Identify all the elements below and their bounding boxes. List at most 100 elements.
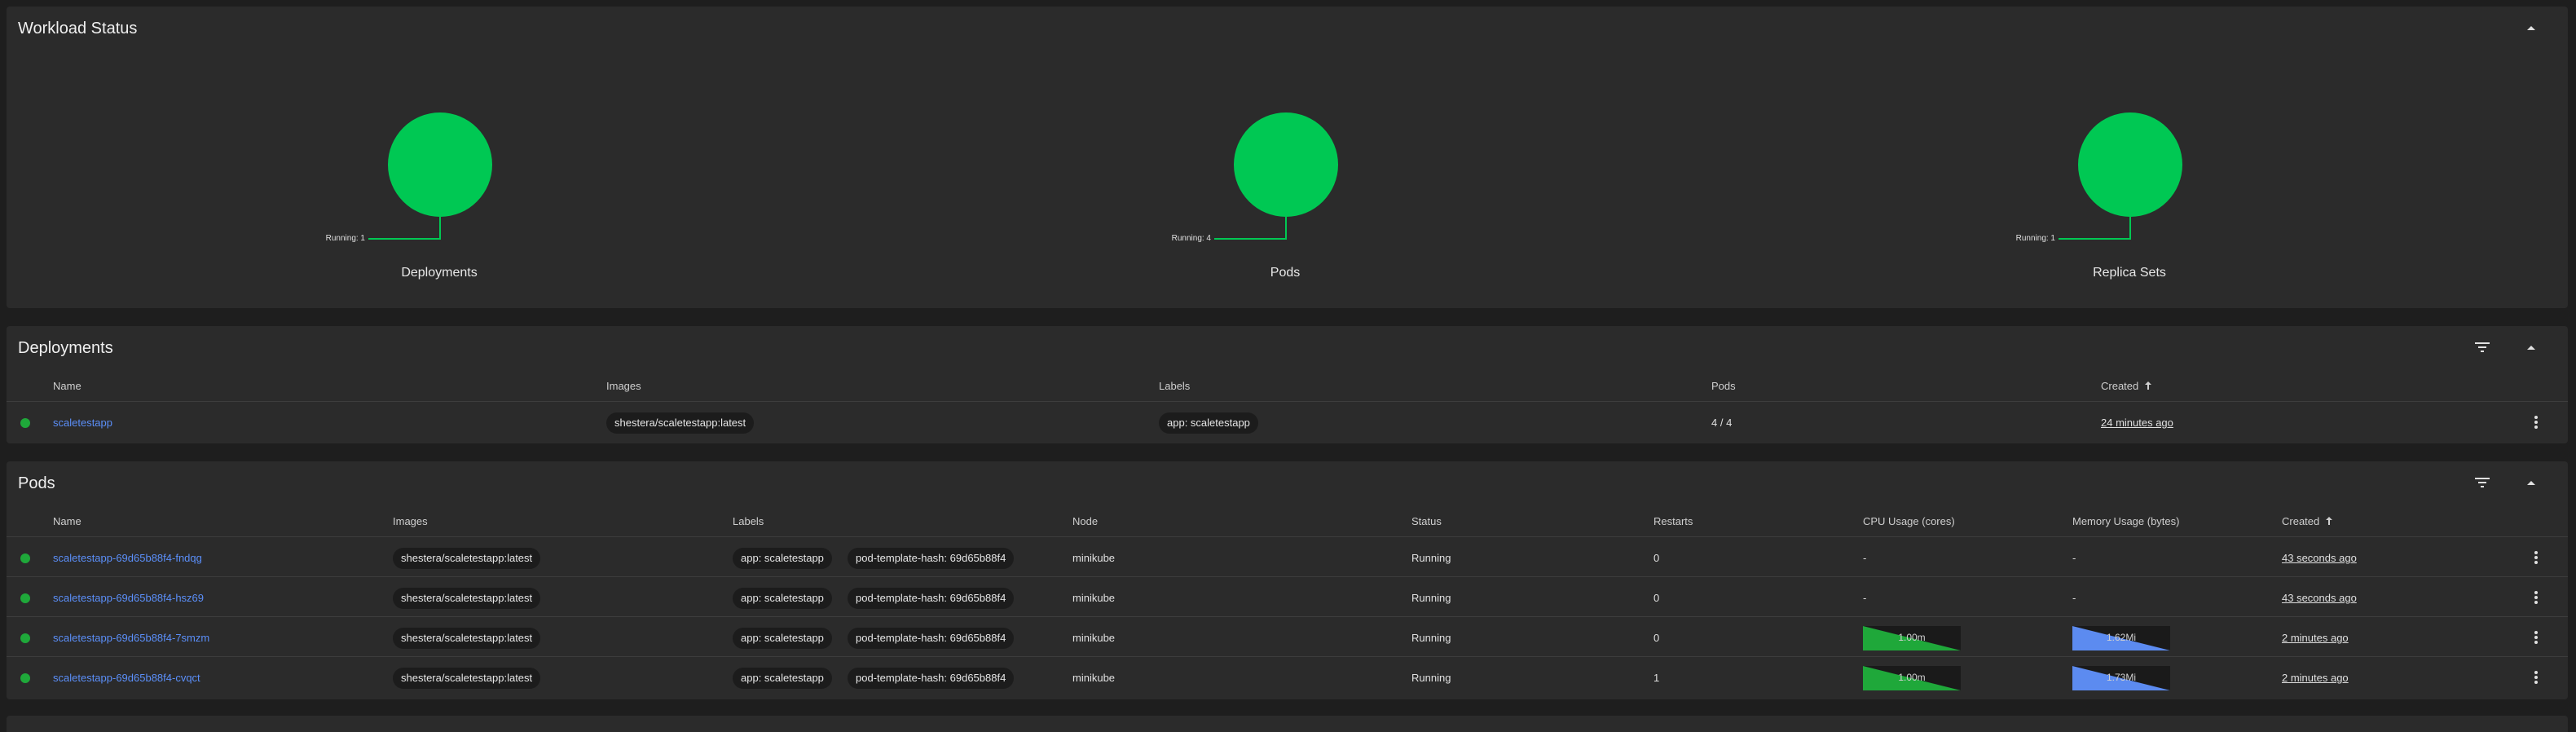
replica-sets-running-circle[interactable] bbox=[2078, 112, 2182, 217]
pod-node: minikube bbox=[1072, 592, 1116, 604]
pod-node: minikube bbox=[1072, 672, 1116, 684]
deployment-image-chip: shestera/scaletestapp:latest bbox=[606, 412, 755, 434]
pods-col-status: Status bbox=[1411, 515, 1442, 527]
chevron-up-icon bbox=[2527, 481, 2535, 485]
pod-hash-label-chip: pod-template-hash: 69d65b88f4 bbox=[848, 628, 1015, 649]
workload-pods[interactable]: Running: 4 Pods bbox=[1170, 104, 1415, 349]
pod-hash-label-chip: pod-template-hash: 69d65b88f4 bbox=[848, 588, 1015, 609]
pod-created: 2 minutes ago bbox=[2282, 632, 2349, 644]
pod-status: Running bbox=[1411, 672, 1451, 684]
pod-created: 43 seconds ago bbox=[2282, 592, 2357, 604]
workload-deployments[interactable]: Running: 1 Deployments bbox=[324, 104, 569, 349]
pods-col-images: Images bbox=[393, 515, 428, 527]
more-vert-icon[interactable] bbox=[2534, 589, 2539, 606]
pods-col-node: Node bbox=[1072, 515, 1099, 527]
cpu-usage-value: 1.00m bbox=[1898, 632, 1926, 643]
deployments-label: Deployments bbox=[401, 266, 478, 280]
more-vert-icon[interactable] bbox=[2534, 549, 2539, 566]
pod-image-chip: shestera/scaletestapp:latest bbox=[393, 628, 541, 649]
deployment-created: 24 minutes ago bbox=[2101, 417, 2173, 429]
deployments-filter-button[interactable] bbox=[2473, 337, 2492, 357]
deployments-col-pods: Pods bbox=[1711, 380, 1736, 392]
deployments-title: Deployments bbox=[18, 339, 113, 357]
pod-created: 43 seconds ago bbox=[2282, 552, 2357, 564]
status-ok-icon bbox=[20, 673, 30, 683]
collapse-pods-button[interactable] bbox=[2521, 473, 2541, 492]
pods-col-created[interactable]: Created bbox=[2282, 515, 2333, 527]
deployments-col-created-label: Created bbox=[2101, 380, 2139, 392]
pods-label: Pods bbox=[1270, 266, 1301, 280]
deployments-card: Deployments Name Images Labels Pods Crea… bbox=[7, 326, 2568, 443]
deployments-col-labels: Labels bbox=[1159, 380, 1191, 392]
deployments-col-images: Images bbox=[606, 380, 641, 392]
pod-created: 2 minutes ago bbox=[2282, 672, 2349, 684]
pod-cpu-usage: - bbox=[1863, 592, 1867, 604]
pod-status: Running bbox=[1411, 592, 1451, 604]
pods-running-circle[interactable] bbox=[1234, 112, 1338, 217]
pod-memory-usage: - bbox=[2072, 592, 2076, 604]
pod-label-chip: app: scaletestapp bbox=[733, 628, 832, 649]
deployment-pods-count: 4 / 4 bbox=[1711, 417, 1733, 429]
pods-running-count: Running: 4 bbox=[1171, 234, 1211, 243]
pod-restarts: 0 bbox=[1653, 592, 1660, 604]
pods-title: Pods bbox=[18, 474, 55, 492]
memory-usage-value: 1.62Mi bbox=[2106, 632, 2137, 643]
pod-name-link[interactable]: scaletestapp-69d65b88f4-fndqg bbox=[53, 552, 202, 564]
collapse-workload-status-button[interactable] bbox=[2521, 18, 2541, 37]
memory-usage-sparkline[interactable]: 1.62Mi bbox=[2072, 626, 2170, 650]
pod-name-link[interactable]: scaletestapp-69d65b88f4-hsz69 bbox=[53, 592, 204, 604]
pod-restarts: 0 bbox=[1653, 632, 1660, 644]
status-ok-icon bbox=[20, 553, 30, 563]
pod-label-chip: app: scaletestapp bbox=[733, 668, 832, 689]
deployments-col-created[interactable]: Created bbox=[2101, 380, 2152, 392]
pod-cpu-usage: - bbox=[1863, 552, 1867, 564]
next-card-collapsed bbox=[7, 716, 2568, 732]
pod-hash-label-chip: pod-template-hash: 69d65b88f4 bbox=[848, 668, 1015, 689]
more-vert-icon[interactable] bbox=[2534, 414, 2539, 430]
deployments-running-circle[interactable] bbox=[388, 112, 492, 217]
pods-filter-button[interactable] bbox=[2473, 473, 2492, 492]
replica-sets-label: Replica Sets bbox=[2093, 266, 2166, 280]
deployment-name-link[interactable]: scaletestapp bbox=[53, 417, 112, 429]
cpu-usage-sparkline[interactable]: 1.00m bbox=[1863, 666, 1961, 690]
memory-usage-value: 1.73Mi bbox=[2106, 672, 2137, 683]
filter-icon bbox=[2475, 342, 2490, 352]
status-ok-icon bbox=[20, 593, 30, 603]
status-ok-icon bbox=[20, 633, 30, 643]
pod-image-chip: shestera/scaletestapp:latest bbox=[393, 588, 541, 609]
pod-name-link[interactable]: scaletestapp-69d65b88f4-7smzm bbox=[53, 632, 209, 644]
filter-icon bbox=[2475, 478, 2490, 487]
workload-replica-sets[interactable]: Running: 1 Replica Sets bbox=[2015, 104, 2259, 349]
pod-restarts: 1 bbox=[1653, 672, 1660, 684]
pods-col-name[interactable]: Name bbox=[53, 515, 81, 527]
collapse-deployments-button[interactable] bbox=[2521, 337, 2541, 357]
pod-node: minikube bbox=[1072, 552, 1116, 564]
pod-hash-label-chip: pod-template-hash: 69d65b88f4 bbox=[848, 548, 1015, 569]
memory-usage-sparkline[interactable]: 1.73Mi bbox=[2072, 666, 2170, 690]
deployment-label-chip: app: scaletestapp bbox=[1159, 412, 1258, 434]
cpu-usage-sparkline[interactable]: 1.00m bbox=[1863, 626, 1961, 650]
pod-label-chip: app: scaletestapp bbox=[733, 548, 832, 569]
pods-col-labels: Labels bbox=[733, 515, 764, 527]
workload-status-card: Workload Status Running: 1 Deployments R… bbox=[7, 7, 2568, 308]
pod-restarts: 0 bbox=[1653, 552, 1660, 564]
pods-col-restarts: Restarts bbox=[1653, 515, 1693, 527]
cpu-usage-value: 1.00m bbox=[1898, 672, 1926, 683]
deployments-col-name[interactable]: Name bbox=[53, 380, 81, 392]
pod-image-chip: shestera/scaletestapp:latest bbox=[393, 548, 541, 569]
more-vert-icon[interactable] bbox=[2534, 669, 2539, 686]
status-ok-icon bbox=[20, 418, 30, 428]
more-vert-icon[interactable] bbox=[2534, 629, 2539, 646]
pod-name-link[interactable]: scaletestapp-69d65b88f4-cvqct bbox=[53, 672, 200, 684]
arrow-up-icon bbox=[2144, 381, 2151, 390]
pods-col-cpu: CPU Usage (cores) bbox=[1863, 515, 1955, 527]
pod-label-chip: app: scaletestapp bbox=[733, 588, 832, 609]
deployments-running-count: Running: 1 bbox=[325, 234, 365, 243]
pod-status: Running bbox=[1411, 632, 1451, 644]
workload-status-title: Workload Status bbox=[18, 20, 138, 37]
pod-memory-usage: - bbox=[2072, 552, 2076, 564]
pod-node: minikube bbox=[1072, 632, 1116, 644]
pods-col-created-label: Created bbox=[2282, 515, 2320, 527]
pods-col-memory: Memory Usage (bytes) bbox=[2072, 515, 2180, 527]
chevron-up-icon bbox=[2527, 346, 2535, 350]
